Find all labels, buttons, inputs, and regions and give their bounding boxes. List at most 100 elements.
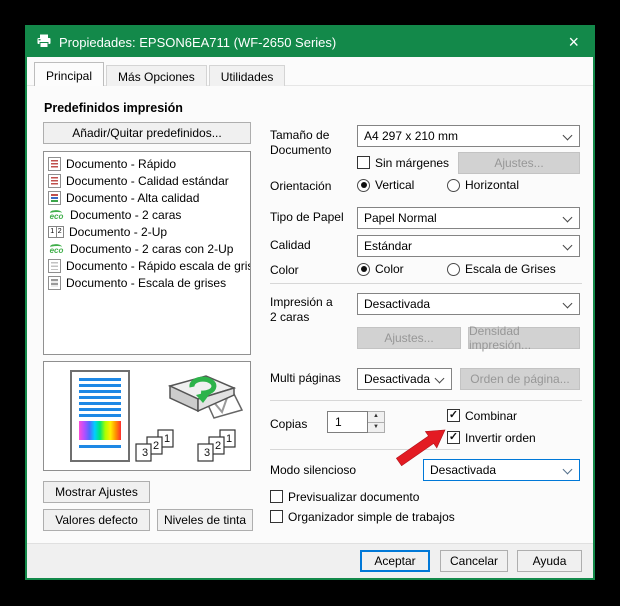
tab-mas-opciones[interactable]: Más Opciones xyxy=(106,65,207,86)
reverse-order-label: Invertir orden xyxy=(465,430,536,445)
duplex-select[interactable]: Desactivada xyxy=(357,293,580,315)
preset-item[interactable]: Documento - Rápido xyxy=(46,155,248,172)
tab-strip: Principal Más Opciones Utilidades xyxy=(34,62,287,86)
collate-checkbox[interactable]: Combinar xyxy=(447,408,517,423)
preset-item[interactable]: Documento - 2 caras con 2-Up xyxy=(46,240,248,257)
svg-text:3: 3 xyxy=(142,447,148,459)
preview-document-checkbox[interactable]: Previsualizar documento xyxy=(270,489,419,504)
dialog-body: Principal Más Opciones Utilidades Predef… xyxy=(27,57,593,578)
eco-icon xyxy=(48,208,65,222)
job-arranger-checkbox[interactable]: Organizador simple de trabajos xyxy=(270,509,455,524)
titlebar: Propiedades: EPSON6EA711 (WF-2650 Series… xyxy=(27,27,593,57)
landscape-label: Horizontal xyxy=(465,178,520,192)
checkbox-box xyxy=(270,510,283,523)
preset-item-label: Documento - 2 caras con 2-Up xyxy=(70,241,234,256)
multipage-label: Multi páginas xyxy=(270,371,341,385)
document-multicolor-icon xyxy=(48,190,61,205)
eco-icon xyxy=(48,242,65,256)
quiet-mode-select[interactable]: Desactivada xyxy=(423,459,580,481)
preset-item[interactable]: Documento - Rápido escala de grises xyxy=(46,257,250,274)
quality-value: Estándar xyxy=(364,239,413,253)
page-order-button: Orden de página... xyxy=(460,368,580,390)
spinner-buttons[interactable]: ▲ ▼ xyxy=(368,411,385,433)
grayscale-radio[interactable]: Escala de Grises xyxy=(447,262,556,276)
document-color-icon xyxy=(48,156,61,171)
collate-label: Combinar xyxy=(465,408,518,423)
close-icon[interactable]: × xyxy=(564,33,583,51)
preset-item[interactable]: Documento - Escala de grises xyxy=(46,274,248,291)
rainbow-bar xyxy=(79,421,121,440)
borderless-settings-button: Ajustes... xyxy=(458,152,580,174)
document-gray-icon xyxy=(48,258,61,273)
chevron-down-icon xyxy=(562,130,573,141)
print-density-button: Densidad impresión... xyxy=(468,324,580,352)
chevron-down-icon xyxy=(562,298,573,309)
presets-list[interactable]: Documento - Rápido Documento - Calidad e… xyxy=(43,151,251,355)
copies-value[interactable]: 1 xyxy=(327,411,368,433)
spin-down-icon[interactable]: ▼ xyxy=(368,423,384,433)
paper-type-value: Papel Normal xyxy=(364,211,437,225)
window-title: Propiedades: EPSON6EA711 (WF-2650 Series… xyxy=(59,34,337,50)
multipage-select[interactable]: Desactivada xyxy=(357,368,452,390)
help-button[interactable]: Ayuda xyxy=(517,550,582,572)
duplex-printer-icon xyxy=(167,375,244,419)
document-gray-icon xyxy=(48,275,61,290)
landscape-radio[interactable]: Horizontal xyxy=(447,178,519,192)
preset-item-label: Documento - Escala de grises xyxy=(66,275,227,290)
paper-type-label: Tipo de Papel xyxy=(270,210,344,224)
collated-pages-icon: 1 2 3 xyxy=(197,429,236,462)
multipage-value: Desactivada xyxy=(364,372,431,386)
separator xyxy=(270,400,582,401)
ok-button[interactable]: Aceptar xyxy=(360,550,430,572)
radio-circle xyxy=(447,178,460,192)
page-thumbnail xyxy=(70,370,130,462)
radio-circle xyxy=(357,262,370,276)
preset-item-label: Documento - 2-Up xyxy=(69,224,168,239)
portrait-label: Vertical xyxy=(375,178,415,192)
preset-item[interactable]: Documento - Alta calidad xyxy=(46,189,248,206)
preset-item[interactable]: Documento - Calidad estándar xyxy=(46,172,248,189)
add-remove-presets-button[interactable]: Añadir/Quitar predefinidos... xyxy=(43,122,251,144)
copies-stepper[interactable]: 1 ▲ ▼ xyxy=(327,411,385,433)
grayscale-option-label: Escala de Grises xyxy=(465,262,556,276)
checkbox-box xyxy=(270,490,283,503)
tab-utilidades[interactable]: Utilidades xyxy=(208,65,286,86)
reverse-order-checkbox[interactable]: Invertir orden xyxy=(447,430,536,445)
color-option-label: Color xyxy=(375,262,404,276)
preset-item-label: Documento - Rápido xyxy=(66,156,177,171)
ink-levels-button[interactable]: Niveles de tinta xyxy=(157,509,253,531)
job-arranger-label: Organizador simple de trabajos xyxy=(288,509,455,524)
document-color-icon xyxy=(48,173,61,188)
portrait-radio[interactable]: Vertical xyxy=(357,178,414,192)
checkbox-box xyxy=(357,156,370,169)
preview-document-label: Previsualizar documento xyxy=(288,489,420,504)
show-settings-button[interactable]: Mostrar Ajustes xyxy=(43,481,150,503)
quiet-mode-value: Desactivada xyxy=(430,463,497,477)
tab-principal[interactable]: Principal xyxy=(34,62,105,86)
borderless-checkbox[interactable]: Sin márgenes xyxy=(357,155,449,170)
quality-select[interactable]: Estándar xyxy=(357,235,580,257)
color-radio[interactable]: Color xyxy=(357,262,404,276)
radio-circle xyxy=(447,262,460,276)
separator xyxy=(270,283,582,284)
dialog-footer xyxy=(27,543,593,578)
paper-type-select[interactable]: Papel Normal xyxy=(357,207,580,229)
checkbox-box xyxy=(447,409,460,422)
cancel-button[interactable]: Cancelar xyxy=(440,550,508,572)
radio-circle xyxy=(357,178,370,192)
quiet-mode-label: Modo silencioso xyxy=(270,463,357,477)
preset-item-label: Documento - Alta calidad xyxy=(66,190,200,205)
svg-text:2: 2 xyxy=(153,440,159,452)
svg-text:1: 1 xyxy=(226,433,232,445)
document-size-select[interactable]: A4 297 x 210 mm xyxy=(357,125,580,147)
two-up-icon xyxy=(48,225,64,238)
chevron-down-icon xyxy=(562,240,573,251)
preset-item[interactable]: Documento - 2-Up xyxy=(46,223,248,240)
printer-icon xyxy=(36,34,52,51)
copies-label: Copias xyxy=(270,417,308,431)
print-preview-panel: 1 2 3 1 2 3 xyxy=(43,361,251,471)
quality-label: Calidad xyxy=(270,238,311,252)
preset-item[interactable]: Documento - 2 caras xyxy=(46,206,248,223)
spin-up-icon[interactable]: ▲ xyxy=(368,412,384,423)
defaults-button[interactable]: Valores defecto xyxy=(43,509,150,531)
